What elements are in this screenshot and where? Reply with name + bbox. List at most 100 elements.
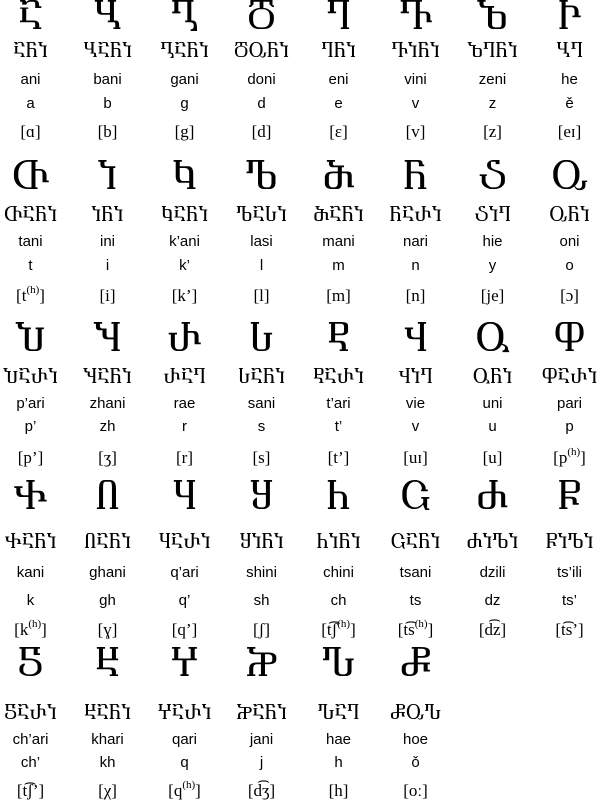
aspiration-mark: (h) [567,446,581,459]
ipa-text: [t͡ʃ [321,620,338,639]
letter-glyph: Ⴇ [11,158,50,198]
ipa-transcription: [je] [454,286,531,306]
ipa-transcription: [t͡s’] [531,620,601,640]
letter-glyph: Ⴏ [93,320,122,360]
ipa-text: [g] [174,122,195,141]
letter-name-script: ႹႨႬႨ [316,533,361,553]
ipa-transcription: [v] [377,122,454,142]
letter-glyph: Ⴒ [327,320,350,360]
letter-glyph: Ⴕ [13,478,48,518]
ipa-transcription: [z] [454,122,531,142]
ipa-text: [ʒ] [98,448,117,467]
aspiration-mark: (h) [26,284,40,297]
letter-name: ani [20,71,41,88]
letter-name: uni [482,395,503,412]
ipa-text: [ɣ] [97,620,118,639]
letter-name: pari [556,395,582,412]
transliteration: j [259,754,264,771]
ipa-transcription: [t’] [300,448,377,468]
transliteration: s [257,418,266,435]
ipa-transcription: [d͡ʒ] [223,781,300,801]
ipa-text: [p’] [17,448,44,467]
ipa-transcription: [ɔ] [531,286,601,306]
letter-name: tani [18,233,43,250]
transliteration: i [105,257,110,274]
ipa-transcription: [χ] [69,781,146,801]
letter-name-script: ჄႠႰႨ [157,704,212,724]
ipa-transcription: [p(h)] [531,446,601,468]
ipa-transcription: [p’] [0,448,69,468]
ipa-text: [b] [97,122,118,141]
letter-name-script: ႵႠႬႨ [4,533,57,553]
ipa-transcription: [r] [146,448,223,468]
ipa-transcription: [k(h)] [0,618,69,640]
letter-glyph: Ⴄ [326,0,351,38]
transliteration: k’ [179,257,190,274]
transliteration: b [103,95,112,112]
ipa-transcription: [k’] [146,286,223,306]
letter-name-script: ႡႤ [556,42,583,62]
ipa-text: [s] [252,448,271,467]
letter-glyph: Ⴈ [97,158,118,198]
letter-name-script: ႥႨႬႨ [391,42,440,62]
letter-glyph: Ⴁ [93,0,122,38]
ipa-transcription: [b] [69,122,146,142]
letter-name-script: ႴႠႰႨ [541,368,598,388]
transliteration: zh [99,418,116,435]
letter-name-script: ჃႨႤ [398,368,433,388]
letter-name-script: ႶႠႬႨ [84,533,131,553]
letter-glyph: Ⴋ [322,158,355,198]
ipa-close-bracket: ] [427,620,434,639]
ipa-transcription: [d͡z] [454,620,531,640]
letter-glyph: Ⴗ [172,478,197,518]
ipa-text: [h] [328,781,349,800]
letter-name-script: ႣႭႬႨ [233,42,290,62]
letter-name: k’ani [169,233,200,250]
transliteration: p [565,418,574,435]
letter-glyph: Ⴛ [476,478,509,518]
ipa-text: [i] [99,286,116,305]
letter-name-script: ႳႬႨ [472,368,513,388]
ipa-text: [m] [326,286,351,305]
transliteration: n [411,257,420,274]
letter-name: gani [170,71,199,88]
ipa-text: [ɛ] [329,122,348,141]
ipa-transcription: [ʒ] [69,448,146,468]
ipa-text: [oː] [403,781,428,800]
letter-name: p’ari [16,395,45,412]
letter-glyph: Ⴣ [403,320,428,360]
letter-glyph: Ⴢ [477,158,508,198]
letter-name-script: ႭႬႨ [549,206,590,226]
ipa-text: [t [16,286,27,305]
letter-name: lasi [250,233,273,250]
transliteration: gh [99,592,116,609]
letter-name-script: ႼႨႪႨ [545,533,594,553]
ipa-close-bracket: ] [195,781,201,800]
letter-name: khari [91,731,124,748]
aspiration-mark: (h) [337,618,351,631]
transliteration: v [411,418,420,435]
ipa-text: [t͡s’] [555,620,584,639]
aspiration-mark: (h) [28,618,42,631]
letter-name: dzili [479,564,506,581]
ipa-text: [k [14,620,29,639]
letter-name-script: ႲႠႰႨ [313,368,364,388]
letter-name-script: ႡႠႬႨ [83,42,132,62]
letter-name-script: ႯႠႬႨ [83,368,132,388]
letter-glyph: Ⴝ [17,645,44,685]
ipa-close-bracket: ] [580,448,586,467]
ipa-text: [z] [483,122,502,141]
ipa-text: [d] [251,122,272,141]
ipa-text: [d͡z] [478,620,507,639]
ipa-text: [χ] [98,781,117,800]
ipa-text: [t͡ʃ’] [16,781,45,800]
ipa-transcription: [i] [69,286,146,306]
letter-name: tsani [399,564,432,581]
letter-name-script: ႧႠႬႨ [3,206,58,226]
transliteration: e [334,95,343,112]
letter-glyph: Ⴥ [399,645,432,685]
letter-glyph: Ⴚ [400,478,431,518]
letter-glyph: Ⴓ [475,320,510,360]
letter-glyph: Ⴑ [249,320,274,360]
transliteration: ch [330,592,347,609]
